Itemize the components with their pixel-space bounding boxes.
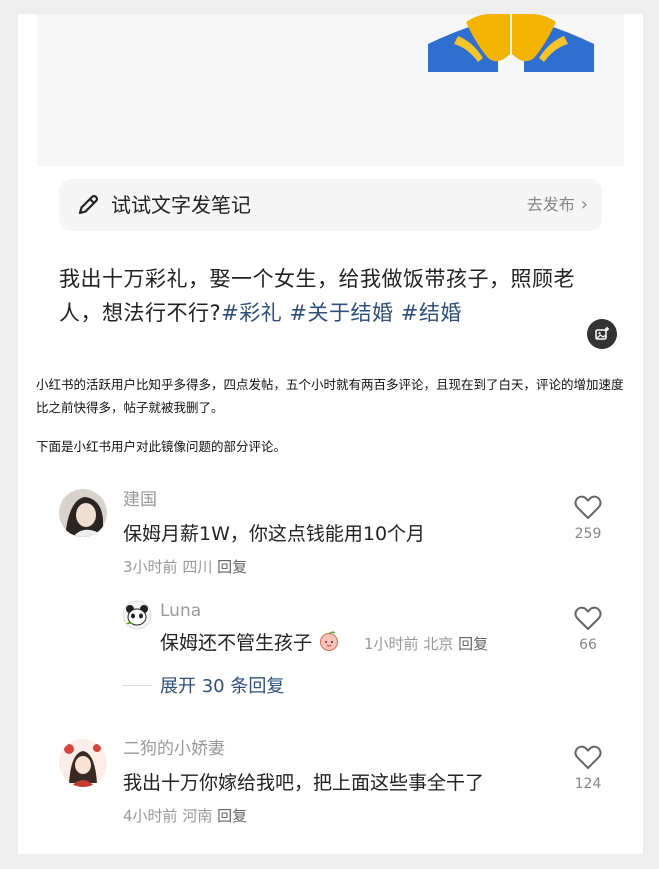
avatar[interactable] [59,739,107,787]
reply-button[interactable]: 回复 [458,635,488,653]
praying-hands-icon [428,14,594,72]
post-content: 我出十万彩礼，娶一个女生，给我做饭带孩子，照顾老人，想法行不行?#彩礼 #关于结… [59,267,575,325]
user-avatar-image [59,489,107,537]
heart-icon [574,606,602,630]
image-add-icon [595,327,609,340]
like-button[interactable]: 66 [568,605,608,653]
reply-button[interactable]: 回复 [217,558,247,576]
hashtag[interactable]: #彩礼 [221,301,282,325]
peach-emoji-icon [320,631,339,651]
chevron-right-icon: › [580,194,588,215]
hashtag[interactable]: #关于结婚 [289,301,393,325]
user-avatar-image [122,600,152,630]
publish-button[interactable]: 去发布 › [527,193,588,217]
comment-author[interactable]: 二狗的小娇妻 [123,738,225,760]
write-note-prompt: 试试文字发笔记 [111,193,251,217]
hashtag[interactable]: #结婚 [401,301,462,325]
like-count: 66 [579,637,597,653]
pen-icon [78,194,99,215]
post-detail-page: 试试文字发笔记 去发布 › 我出十万彩礼，娶一个女生，给我做饭带孩子，照顾老人，… [18,14,643,854]
comment-meta: 4小时前 河南 回复 [123,807,248,825]
like-button[interactable]: 124 [568,744,608,792]
like-button[interactable]: 259 [568,494,608,542]
article-paragraph: 下面是小红书用户对此镜像问题的部分评论。 [36,439,287,454]
write-note-bar[interactable]: 试试文字发笔记 去发布 › [59,179,602,231]
post-image[interactable] [37,14,624,166]
comment-meta: 1小时前 北京 回复 [364,635,489,653]
comment-author[interactable]: Luna [160,600,201,622]
divider [122,684,152,686]
article-paragraph: 小红书的活跃用户比知乎多得多，四点发帖，五个小时就有两百多评论，且现在到了白天，… [36,377,624,415]
like-count: 124 [574,776,602,792]
reply-button[interactable]: 回复 [217,807,247,825]
heart-icon [574,495,602,519]
comment-text: 我出十万你嫁给我吧，把上面这些事全干了 [123,772,485,794]
comment-text: 保姆月薪1W，你这点钱能用10个月 [123,523,426,545]
comment-author[interactable]: 建国 [123,489,157,511]
expand-replies-label: 展开 30 条回复 [160,676,285,697]
avatar[interactable] [122,600,152,630]
avatar[interactable] [59,489,107,537]
like-count: 259 [574,526,602,542]
heart-icon [574,745,602,769]
expand-replies-button[interactable]: 展开 30 条回复 [122,672,284,698]
comment-meta: 3小时前 四川 回复 [123,558,248,576]
comment-text: 保姆还不管生孩子 [160,630,340,656]
user-avatar-image [59,739,107,787]
add-image-button[interactable] [587,319,617,349]
